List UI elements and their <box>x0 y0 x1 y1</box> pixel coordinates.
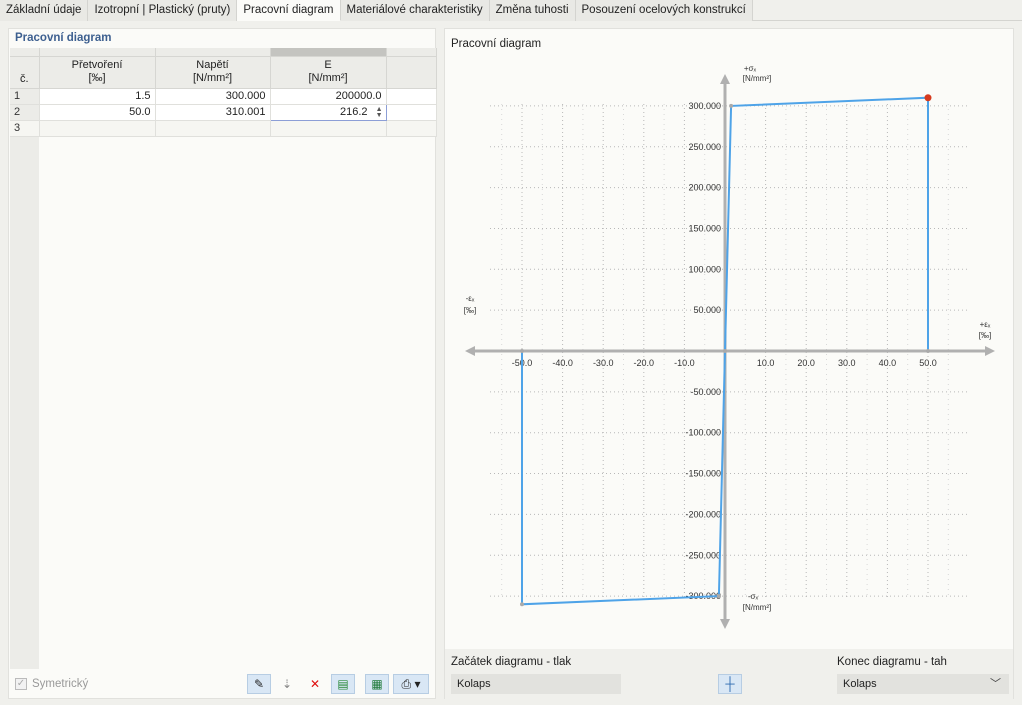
symmetric-label: Symetrický <box>32 678 89 690</box>
y-axis-negative-label: -σₓ <box>748 592 759 601</box>
diagram-options-bar: Začátek diagramu - tlak Kolaps ┼ Konec d… <box>445 649 1013 699</box>
start-diagram-field[interactable]: Kolaps <box>451 674 621 694</box>
delete-x-icon: ✕ <box>309 677 321 691</box>
y-tick-label: 250.000 <box>688 142 721 152</box>
print-button[interactable]: ⎙ ▾ <box>393 674 429 694</box>
x-tick-label: -20.0 <box>634 358 655 368</box>
symmetric-checkbox-group[interactable]: ✓ Symetrický <box>15 678 88 690</box>
y-tick-label: -150.000 <box>685 469 721 479</box>
row-number: 1 <box>10 88 40 105</box>
y-tick-label: -100.000 <box>685 428 721 438</box>
diagram-point <box>926 349 930 353</box>
x-axis-arrow-left <box>465 346 475 356</box>
y-tick-label: 300.000 <box>688 101 721 111</box>
diagram-point <box>520 602 524 607</box>
tab-bar: Základní údaje Izotropní | Plastický (pr… <box>0 0 1022 21</box>
row-number: 3 <box>10 120 40 137</box>
printer-icon: ⎙ ▾ <box>401 676 421 691</box>
delete-button[interactable]: ✕ <box>303 674 327 694</box>
stress-cell[interactable] <box>155 120 271 137</box>
y-axis-unit-label-bottom: [N/mm²] <box>743 603 771 612</box>
spin-updown-icon[interactable]: ▲ ▼ <box>376 106 383 119</box>
modulus-cell-editor[interactable]: 216.2 ▲ ▼ <box>269 103 387 121</box>
table-row[interactable]: 1 1.5 300.000 200000.0 <box>10 88 437 105</box>
x-tick-label: -10.0 <box>674 358 695 368</box>
y-tick-label: 150.000 <box>688 223 721 233</box>
x-tick-label: 10.0 <box>757 358 775 368</box>
modulus-input-value[interactable]: 216.2 <box>340 106 368 118</box>
y-axis-arrow-bottom <box>720 619 730 629</box>
tab-basic-data[interactable]: Základní údaje <box>0 0 89 21</box>
diagram-table: č. Přetvoření [‰] Napětí [N/mm²] E [N/mm… <box>10 48 437 137</box>
diagram-point <box>520 349 524 353</box>
y-axis-unit-label: [N/mm²] <box>743 74 771 83</box>
export-toolbar: ▦ ⎙ ▾ <box>365 674 429 694</box>
x-tick-label: 20.0 <box>797 358 815 368</box>
start-diagram-label: Začátek diagramu - tlak <box>451 656 572 668</box>
axis-cross-icon: ┼ <box>725 676 735 691</box>
tab-stiffness-modification[interactable]: Změna tuhosti <box>489 0 576 21</box>
x-tick-label: -40.0 <box>552 358 573 368</box>
col-header-stress[interactable]: Napětí [N/mm²] <box>155 56 271 89</box>
table-title: Pracovní diagram <box>15 32 112 44</box>
strain-cell[interactable]: 50.0 <box>39 104 156 121</box>
y-tick-label: -50.000 <box>690 387 721 397</box>
stress-cell[interactable]: 310.001 <box>155 104 271 121</box>
table-toolbar: ✎ ⇣ ✕ ▤ <box>247 674 355 694</box>
y-tick-label: 200.000 <box>688 183 721 193</box>
y-tick-label: -200.000 <box>685 509 721 519</box>
diagram-point <box>723 349 727 353</box>
tab-isotropic-plastic[interactable]: Izotropní | Plastický (pruty) <box>88 0 238 21</box>
y-axis-positive-label: +σₓ <box>744 64 757 73</box>
sort-button[interactable]: ⇣ <box>275 674 299 694</box>
y-axis-arrow-top <box>720 74 730 84</box>
table-row[interactable]: 3 <box>10 120 437 137</box>
excel-icon: ▦ <box>371 677 383 691</box>
row-header-strip <box>10 135 39 669</box>
x-tick-label: 40.0 <box>879 358 897 368</box>
axis-origin-button[interactable]: ┼ <box>718 674 742 694</box>
diagram-point <box>729 103 734 108</box>
chevron-down-icon: ﹀ <box>990 678 1001 690</box>
diagram-table-panel: Pracovní diagram č. Přetvoření [‰] Napět… <box>8 28 437 699</box>
x-axis-unit-label-right: [‰] <box>979 331 991 340</box>
strain-cell[interactable] <box>39 120 156 137</box>
diagram-point <box>716 594 721 599</box>
tab-stress-strain-diagram[interactable]: Pracovní diagram <box>237 0 341 21</box>
table-copy-icon: ▤ <box>337 677 349 691</box>
col-header-number: č. <box>10 56 40 89</box>
end-diagram-select[interactable]: Kolaps ﹀ <box>837 674 1009 694</box>
stress-strain-chart: -50.0 -40.0 -30.0 -20.0 -10.0 10.0 20.0 30.0 40.… <box>464 64 995 629</box>
diagram-panel: Pracovní diagram -50.0 -40.0 -30.0 -20.0 -10… <box>444 28 1014 699</box>
x-tick-label: 50.0 <box>919 358 937 368</box>
x-axis-arrow-right <box>985 346 995 356</box>
stress-cell[interactable]: 300.000 <box>155 88 271 105</box>
end-diagram-label: Konec diagramu - tah <box>837 656 947 668</box>
x-axis-positive-label: +εₓ <box>980 320 991 329</box>
x-axis-unit-label-left: [‰] <box>464 306 476 315</box>
strain-cell[interactable]: 1.5 <box>39 88 156 105</box>
y-tick-label: 100.000 <box>688 264 721 274</box>
x-tick-label: 30.0 <box>838 358 856 368</box>
sort-down-icon: ⇣ <box>281 677 293 691</box>
excel-export-button[interactable]: ▦ <box>365 674 389 694</box>
col-header-strain[interactable]: Přetvoření [‰] <box>39 56 156 89</box>
pencil-icon: ✎ <box>253 677 265 691</box>
symmetric-checkbox[interactable]: ✓ <box>15 678 27 690</box>
row-number: 2 <box>10 104 40 121</box>
end-diagram-value: Kolaps <box>843 678 877 690</box>
x-tick-label: -30.0 <box>593 358 614 368</box>
x-axis-negative-label: -εₓ <box>466 294 475 303</box>
modulus-cell[interactable]: 200000.0 <box>270 88 387 105</box>
col-header-modulus[interactable]: E [N/mm²] <box>270 56 387 89</box>
tab-steel-design[interactable]: Posouzení ocelových konstrukcí <box>575 0 753 21</box>
modulus-cell[interactable] <box>270 120 387 137</box>
y-tick-label: -250.000 <box>685 550 721 560</box>
table-row[interactable]: 2 50.0 310.001 216.2 ▲ ▼ <box>10 103 437 121</box>
tab-material-properties[interactable]: Materiálové charakteristiky <box>340 0 490 21</box>
selected-diagram-point <box>924 94 932 102</box>
copy-table-button[interactable]: ▤ <box>331 674 355 694</box>
y-tick-label: 50.000 <box>693 305 721 315</box>
edit-button[interactable]: ✎ <box>247 674 271 694</box>
